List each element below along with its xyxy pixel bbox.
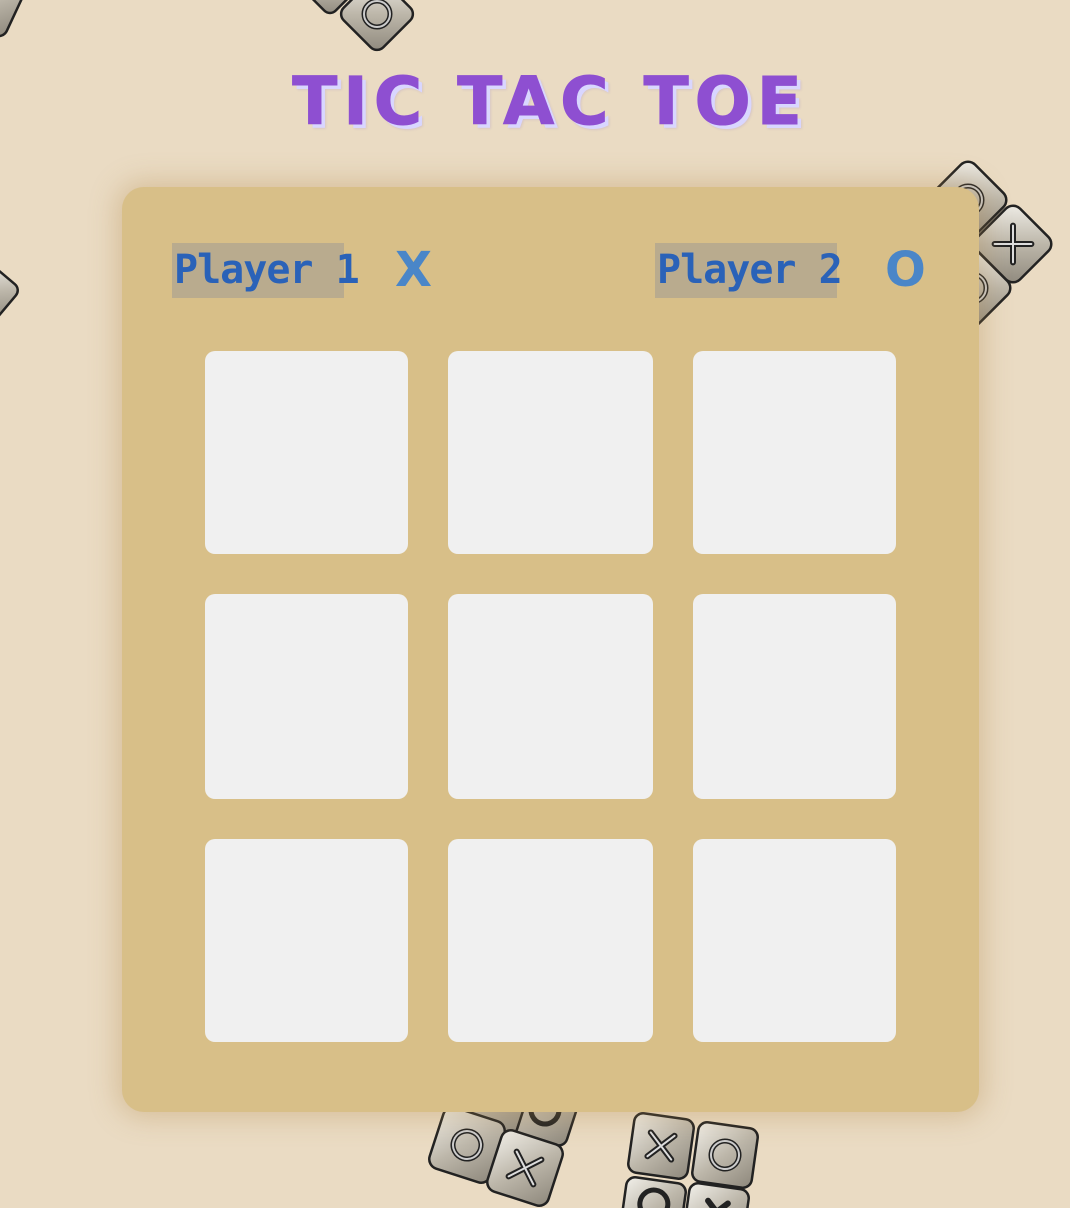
tile-bottom2-x-lower [682, 1182, 750, 1208]
tile-bottom2-o-lower [619, 1176, 687, 1208]
board-cell-0-1[interactable] [448, 351, 653, 554]
player-2-label: Player 2 [655, 243, 843, 298]
tile-right-x [973, 204, 1053, 284]
board-cell-2-2[interactable] [693, 839, 896, 1042]
player-2-symbol: O [885, 242, 926, 298]
board-cell-1-0[interactable] [205, 594, 408, 799]
tile-bottom-x [486, 1129, 564, 1207]
tile-top-center-partial [303, 0, 357, 15]
board-cell-0-2[interactable] [693, 351, 896, 554]
game-panel: Player 1 X Player 2 O [122, 187, 979, 1112]
game-title: TIC TAC TOE [292, 63, 808, 141]
board-cell-2-0[interactable] [205, 839, 408, 1042]
tile-bottom2-x [627, 1112, 695, 1180]
tile-left-partial [0, 263, 19, 321]
tile-bottom-o [428, 1106, 506, 1184]
tile-bottom2-o [691, 1121, 759, 1189]
tile-top-center-o [339, 0, 415, 52]
player-1-label: Player 1 [172, 243, 360, 298]
board-cell-0-0[interactable] [205, 351, 408, 554]
board-cell-1-2[interactable] [693, 594, 896, 799]
player-1-symbol: X [395, 242, 433, 298]
board-cell-1-1[interactable] [448, 594, 653, 799]
tile-top-left [0, 0, 25, 38]
board-cell-2-1[interactable] [448, 839, 653, 1042]
